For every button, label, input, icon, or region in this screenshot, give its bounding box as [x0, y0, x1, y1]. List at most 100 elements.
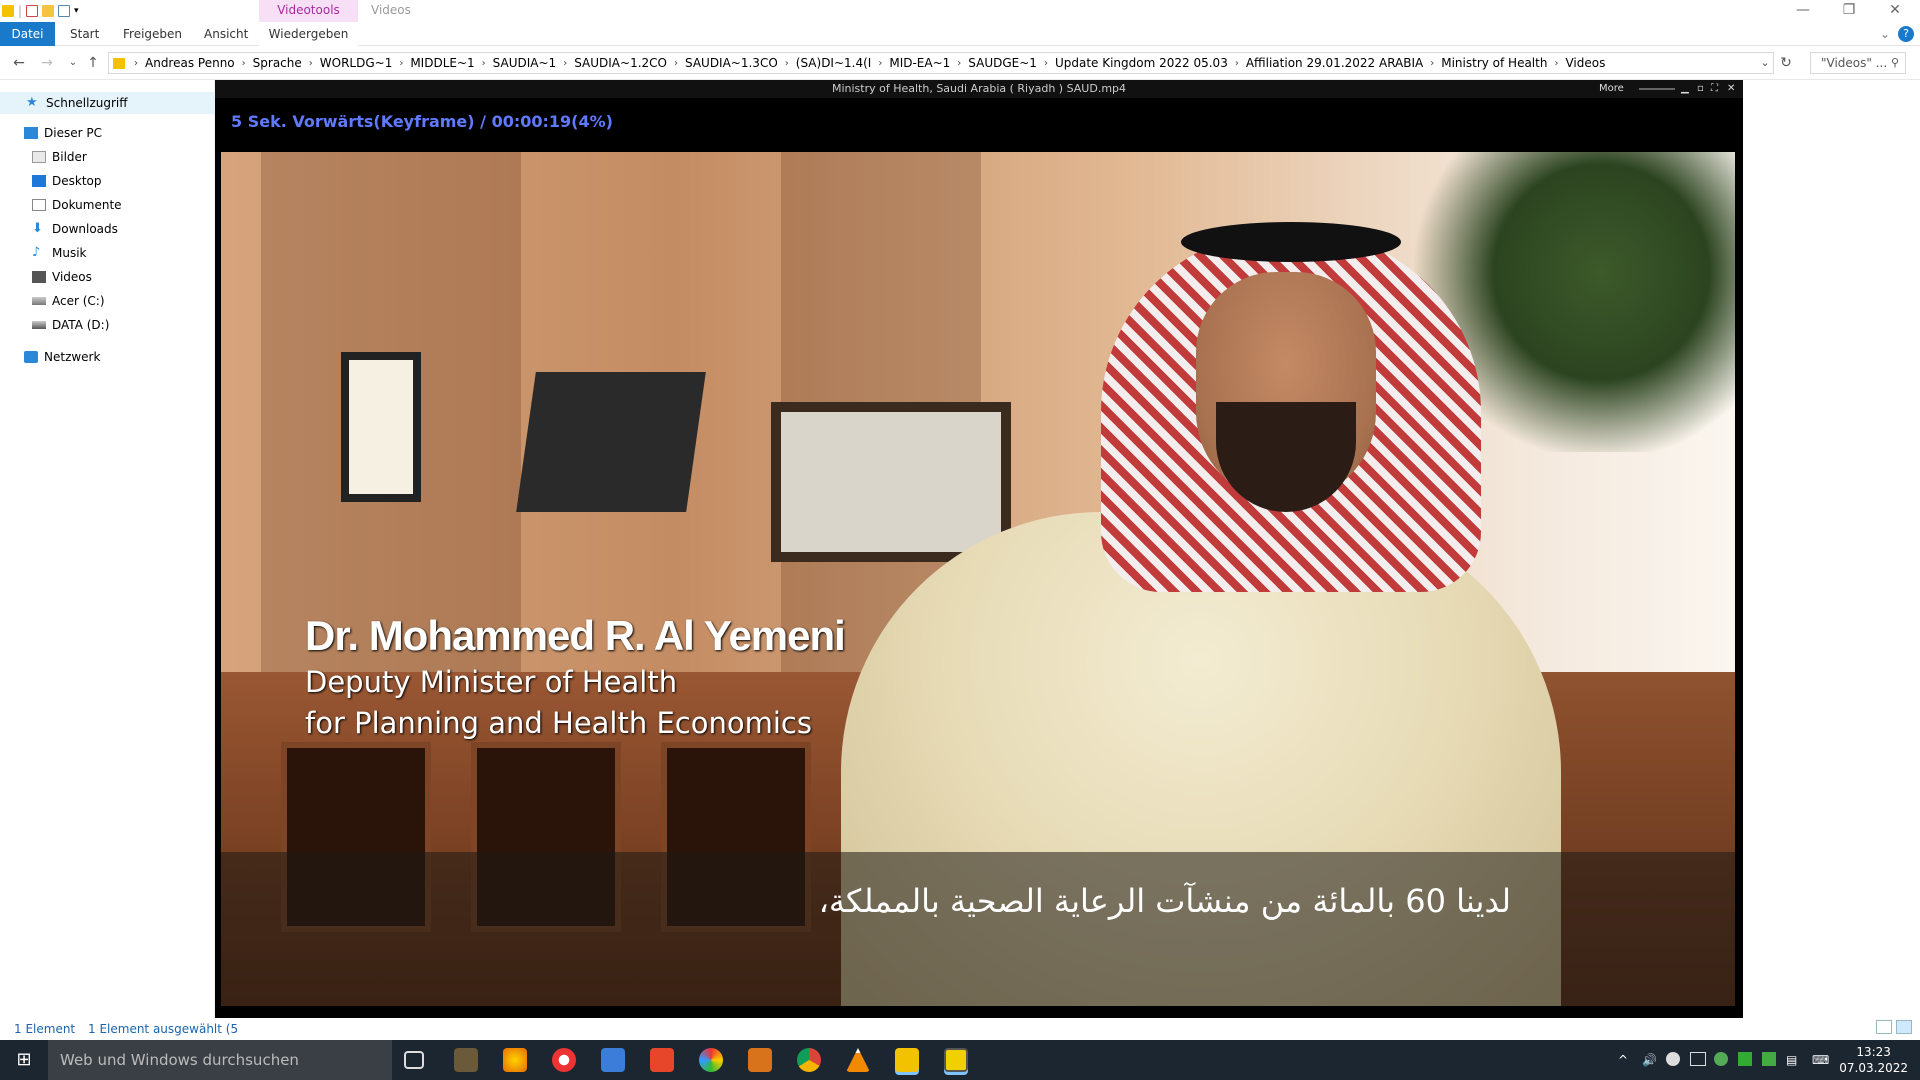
drive-icon: [32, 321, 46, 329]
task-view-icon[interactable]: [404, 1051, 424, 1069]
recent-dropdown-icon[interactable]: ⌄: [64, 54, 82, 72]
app-tray-icon[interactable]: [1762, 1052, 1776, 1066]
media-app-icon[interactable]: [503, 1048, 527, 1072]
breadcrumb-item[interactable]: SAUDIA~1: [493, 56, 557, 70]
opera-icon[interactable]: [552, 1048, 576, 1072]
ribbon-expand-icon[interactable]: ⌄: [1880, 22, 1890, 46]
sidebar-item-quick-access[interactable]: ★ Schnellzugriff: [0, 92, 215, 114]
arabic-subtitle: لدينا 60 بالمائة من منشآت الرعاية الصحية…: [818, 882, 1511, 920]
breadcrumb-item[interactable]: MID-EA~1: [889, 56, 950, 70]
download-arrow-icon: ⬇: [32, 221, 43, 236]
player-title: Ministry of Health, Saudi Arabia ( Riyad…: [215, 80, 1743, 98]
video-frame[interactable]: Dr. Mohammed R. Al Yemeni Deputy Ministe…: [221, 152, 1735, 1006]
nvidia-icon[interactable]: [1738, 1052, 1752, 1066]
sidebar-item-this-pc[interactable]: Dieser PC: [24, 122, 102, 144]
search-icon[interactable]: ⚲: [1886, 54, 1904, 72]
lower-third-caption: Dr. Mohammed R. Al Yemeni Deputy Ministe…: [305, 612, 846, 742]
rename-icon[interactable]: [58, 5, 71, 17]
breadcrumb-item[interactable]: (SA)DI~1.4(I: [796, 56, 872, 70]
drive-icon: [32, 297, 46, 305]
onedrive-icon[interactable]: [1666, 1052, 1680, 1066]
image-viewer-icon[interactable]: [601, 1048, 625, 1072]
sidebar-item-musik[interactable]: ♪ Musik: [32, 242, 87, 264]
details-view-icon[interactable]: [1876, 1020, 1892, 1034]
clock[interactable]: 13:23 07.03.2022: [1839, 1044, 1908, 1076]
video-icon: [32, 271, 46, 283]
speaker-icon[interactable]: 🔊: [1642, 1040, 1657, 1080]
player-restore-icon[interactable]: ▫: [1697, 80, 1704, 98]
breadcrumb-item[interactable]: Update Kingdom 2022 05.03: [1055, 56, 1228, 70]
help-icon[interactable]: ?: [1898, 26, 1914, 42]
address-bar-row: ← → ⌄ ↑ › Andreas Penno › Sprache › WORLDG…: [0, 46, 1920, 80]
large-icons-view-icon[interactable]: [1896, 1020, 1912, 1034]
breadcrumb-item[interactable]: WORLDG~1: [320, 56, 393, 70]
breadcrumb-item[interactable]: SAUDIA~1.3CO: [685, 56, 778, 70]
properties-icon[interactable]: [26, 5, 39, 17]
player-close-icon[interactable]: ✕: [1727, 80, 1735, 98]
qat-dropdown-icon[interactable]: ▾: [74, 6, 79, 16]
refresh-icon[interactable]: ↻: [1777, 54, 1795, 72]
volume-slider[interactable]: [1639, 88, 1675, 90]
back-icon[interactable]: ←: [10, 54, 28, 72]
sidebar-item-bilder[interactable]: Bilder: [32, 146, 87, 168]
sidebar-item-network[interactable]: Netzwerk: [24, 346, 100, 368]
window-title: Videos: [371, 3, 411, 17]
security-icon[interactable]: [1714, 1052, 1728, 1066]
tab-start[interactable]: Start: [70, 22, 99, 46]
up-icon[interactable]: ↑: [84, 54, 102, 72]
breadcrumb-item[interactable]: SAUDIA~1.2CO: [574, 56, 667, 70]
clock-time: 13:23: [1856, 1045, 1891, 1059]
breadcrumb-item[interactable]: Affiliation 29.01.2022 ARABIA: [1246, 56, 1423, 70]
toolbox-app-icon[interactable]: [748, 1048, 772, 1072]
breadcrumb-item[interactable]: SAUDGE~1: [968, 56, 1037, 70]
pictures-icon: [32, 151, 46, 163]
new-folder-icon[interactable]: [42, 5, 55, 17]
video-player-taskbar-icon[interactable]: [944, 1048, 968, 1072]
file-list-pane: [1743, 80, 1920, 1018]
paint-app-icon[interactable]: [650, 1048, 674, 1072]
keyboard-icon[interactable]: ⌨: [1812, 1040, 1829, 1080]
subtitle-band: [221, 852, 1735, 1006]
folder-icon[interactable]: [2, 5, 14, 17]
address-dropdown-icon[interactable]: ⌄: [1756, 54, 1774, 72]
tray-overflow-icon[interactable]: ^: [1618, 1040, 1628, 1080]
sidebar-item-dokumente[interactable]: Dokumente: [32, 194, 122, 216]
tab-freigeben[interactable]: Freigeben: [123, 22, 182, 46]
tab-ansicht[interactable]: Ansicht: [204, 22, 248, 46]
folder-icon: [113, 57, 125, 69]
contextual-tab-header: Videotools: [259, 0, 358, 24]
breadcrumb-item[interactable]: Andreas Penno: [145, 56, 235, 70]
picasa-icon[interactable]: [699, 1048, 723, 1072]
taskbar-search-input[interactable]: Web und Windows durchsuchen: [48, 1040, 392, 1080]
network-tray-icon[interactable]: [1690, 1052, 1706, 1066]
sidebar-item-desktop[interactable]: Desktop: [32, 170, 102, 192]
title-bar: | ▾ Videotools Videos — ❐ ✕: [0, 0, 1920, 24]
photo-app-icon[interactable]: [454, 1048, 478, 1072]
sidebar-item-downloads[interactable]: ⬇ Downloads: [32, 218, 118, 240]
sidebar-item-videos[interactable]: Videos: [32, 266, 92, 288]
action-center-icon[interactable]: ▤: [1786, 1040, 1797, 1080]
minimize-button[interactable]: —: [1780, 0, 1826, 22]
agal-headband: [1181, 222, 1401, 262]
player-fullscreen-icon[interactable]: ⛶: [1711, 80, 1718, 98]
chrome-icon[interactable]: [797, 1048, 821, 1072]
more-button[interactable]: More: [1599, 80, 1624, 98]
breadcrumb-item-current[interactable]: Videos: [1565, 56, 1605, 70]
vlc-icon[interactable]: [846, 1048, 870, 1072]
tab-datei[interactable]: Datei: [0, 22, 55, 46]
breadcrumb[interactable]: › Andreas Penno › Sprache › WORLDG~1 › MIDD…: [108, 52, 1774, 74]
close-button[interactable]: ✕: [1872, 0, 1918, 22]
tab-wiedergeben[interactable]: Wiedergeben: [259, 22, 358, 46]
sidebar-item-drive-d[interactable]: DATA (D:): [32, 314, 109, 336]
breadcrumb-item[interactable]: Ministry of Health: [1441, 56, 1547, 70]
sidebar-item-drive-c[interactable]: Acer (C:): [32, 290, 105, 312]
player-minimize-icon[interactable]: ▁: [1681, 80, 1689, 98]
maximize-button[interactable]: ❐: [1826, 0, 1872, 22]
video-player-window[interactable]: Ministry of Health, Saudi Arabia ( Riyad…: [215, 80, 1743, 1040]
breadcrumb-item[interactable]: Sprache: [253, 56, 302, 70]
file-explorer-icon[interactable]: [895, 1048, 919, 1072]
forward-icon[interactable]: →: [38, 54, 56, 72]
breadcrumb-item[interactable]: MIDDLE~1: [410, 56, 474, 70]
navigation-pane: ★ Schnellzugriff Dieser PC Bilder Deskto…: [0, 80, 215, 1040]
windows-start-button[interactable]: ⊞: [0, 1040, 48, 1080]
